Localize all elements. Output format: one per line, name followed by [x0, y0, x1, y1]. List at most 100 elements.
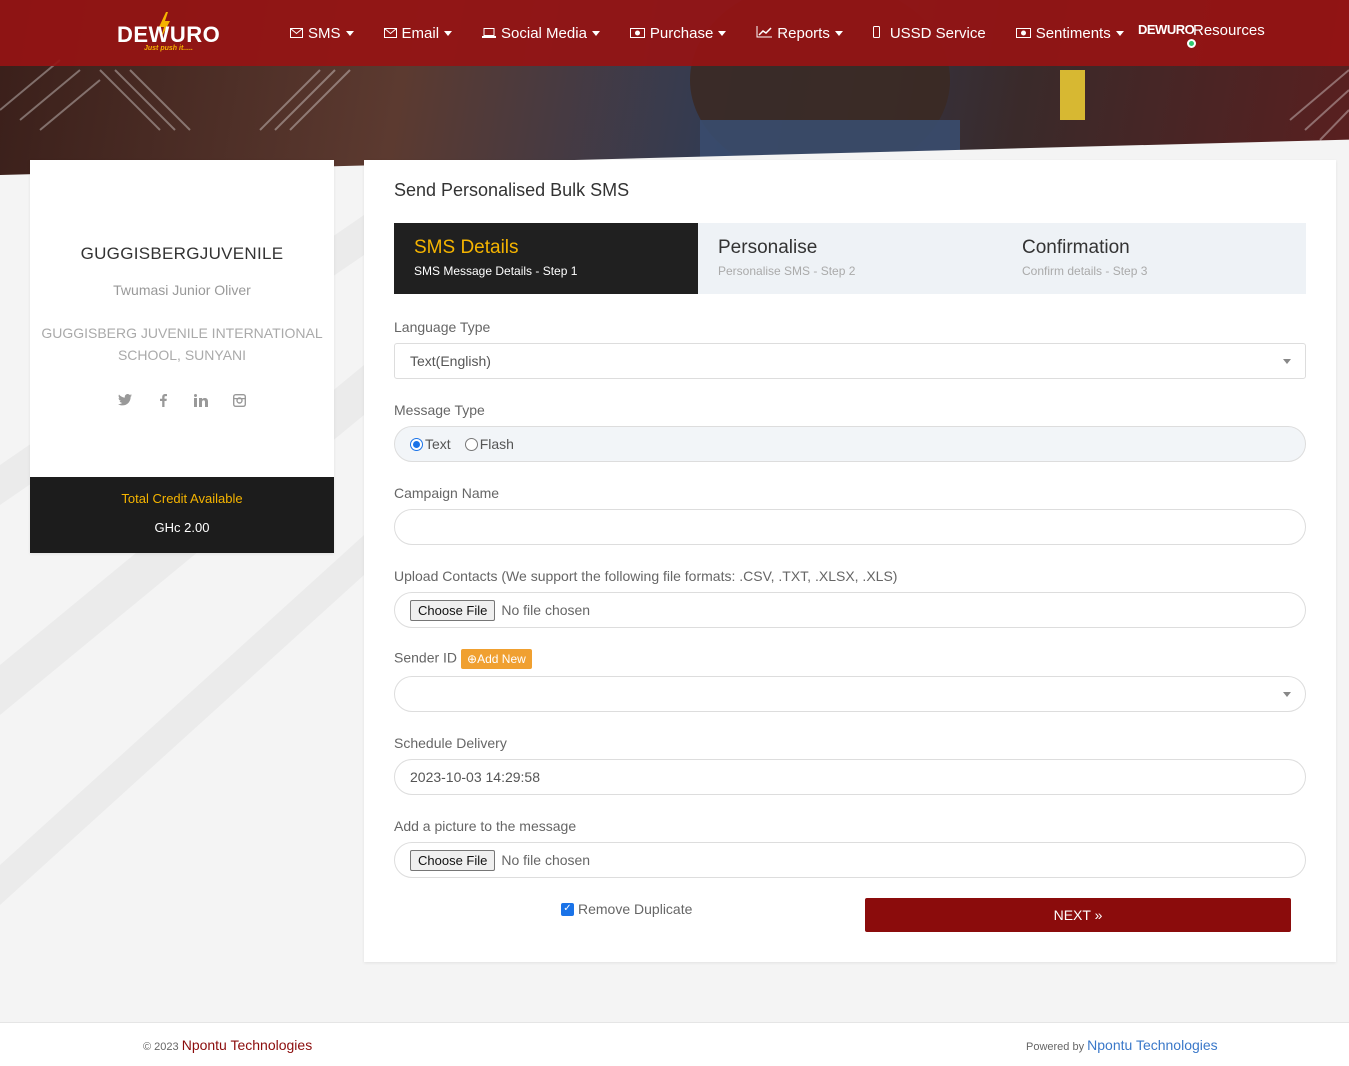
plus-circle-icon: ⊕ — [467, 652, 478, 666]
sender-id-label-text: Sender ID — [394, 649, 458, 666]
social-links — [30, 392, 334, 408]
add-new-label: Add New — [477, 652, 526, 666]
credit-label: Total Credit Available — [121, 491, 243, 506]
choose-file-button[interactable]: Choose File — [410, 599, 496, 621]
envelope-icon — [383, 26, 397, 41]
remove-duplicate-row[interactable]: ✓ Remove Duplicate — [561, 901, 692, 917]
footer-copyright: © 2023 Npontu Technologies — [143, 1037, 312, 1053]
caret-down-icon — [1283, 692, 1291, 697]
nav-reports[interactable]: Reports — [756, 0, 843, 66]
nav-email-label: Email — [401, 24, 440, 42]
main-nav: SMS Email Social Media Purchase Reports … — [290, 0, 1154, 66]
resources-logo[interactable]: DEWURO — [1138, 12, 1198, 48]
step-confirmation[interactable]: Confirmation Confirm details - Step 3 — [1002, 223, 1306, 294]
add-new-sender-button[interactable]: ⊕Add New — [461, 649, 532, 669]
nav-social-media[interactable]: Social Media — [482, 0, 600, 66]
money-icon — [629, 26, 645, 41]
step-subtitle: SMS Message Details - Step 1 — [414, 264, 578, 278]
line-chart-icon — [756, 25, 773, 41]
company-link[interactable]: Npontu Technologies — [182, 1037, 313, 1053]
nav-purchase-label: Purchase — [649, 24, 714, 42]
money-icon — [1015, 26, 1031, 41]
caret-down-icon — [718, 30, 727, 36]
page-title: Send Personalised Bulk SMS — [394, 180, 630, 200]
twitter-icon[interactable] — [117, 392, 133, 408]
nav-ussd-service-label: USSD Service — [889, 24, 986, 42]
powered-by-text: Powered by — [1026, 1041, 1085, 1053]
nav-resources[interactable]: Resources — [1193, 22, 1265, 39]
add-picture-label: Add a picture to the message — [394, 818, 577, 834]
online-status-dot — [1187, 39, 1196, 48]
copyright-text: © 2023 — [143, 1041, 179, 1053]
mobile-icon — [872, 25, 880, 41]
send-sms-panel: Send Personalised Bulk SMS SMS Details S… — [364, 160, 1336, 962]
schedule-delivery-label: Schedule Delivery — [394, 735, 507, 751]
nav-sms[interactable]: SMS — [290, 0, 354, 66]
choose-file-button[interactable]: Choose File — [410, 849, 496, 871]
message-type-label: Message Type — [394, 402, 485, 418]
schedule-delivery-input[interactable]: 2023-10-03 14:29:58 — [394, 759, 1306, 795]
laptop-icon — [482, 26, 497, 41]
radio-button — [410, 437, 423, 451]
add-picture-input[interactable]: Choose File No file chosen — [394, 842, 1306, 878]
nav-sms-label: SMS — [308, 24, 341, 42]
radio-button — [464, 437, 478, 451]
profile-username: GUGGISBERGJUVENILE — [80, 244, 284, 263]
linkedin-icon[interactable] — [193, 392, 209, 408]
caret-down-icon — [834, 30, 843, 36]
wizard-steps: SMS Details SMS Message Details - Step 1… — [394, 223, 1306, 294]
step-personalise[interactable]: Personalise Personalise SMS - Step 2 — [698, 223, 1002, 294]
nav-sentiments[interactable]: Sentiments — [1015, 0, 1124, 66]
upload-contacts-input[interactable]: Choose File No file chosen — [394, 592, 1306, 628]
profile-card: GUGGISBERGJUVENILE Twumasi Junior Oliver… — [30, 160, 334, 553]
step-subtitle: Personalise SMS - Step 2 — [718, 264, 856, 278]
nav-social-media-label: Social Media — [501, 24, 587, 42]
no-file-text: No file chosen — [501, 852, 591, 868]
language-type-value: Text(English) — [410, 353, 491, 369]
footer-powered-by: Powered by Npontu Technologies — [1026, 1037, 1218, 1053]
step-sms-details[interactable]: SMS Details SMS Message Details - Step 1 — [394, 223, 698, 294]
brand-logo[interactable]: DEWURO Just push it..... — [117, 12, 232, 54]
checkbox-checked-icon[interactable]: ✓ — [561, 902, 574, 916]
brand-tagline: Just push it..... — [144, 45, 194, 52]
radio-text[interactable]: Text — [410, 436, 451, 452]
caret-down-icon — [345, 30, 354, 36]
step-title: Confirmation — [1022, 237, 1130, 258]
sender-id-select[interactable] — [394, 676, 1306, 712]
step-title: Personalise — [718, 237, 818, 258]
message-type-group: Text Flash — [394, 426, 1306, 462]
nav-ussd-service[interactable]: USSD Service — [872, 0, 986, 66]
language-type-select[interactable]: Text(English) — [394, 343, 1306, 379]
profile-fullname: Twumasi Junior Oliver — [113, 282, 251, 298]
step-subtitle: Confirm details - Step 3 — [1022, 264, 1148, 278]
radio-flash-label: Flash — [479, 436, 514, 452]
nav-sentiments-label: Sentiments — [1035, 24, 1111, 42]
nav-reports-label: Reports — [777, 24, 830, 42]
remove-duplicate-label: Remove Duplicate — [578, 901, 693, 917]
upload-contacts-label: Upload Contacts (We support the followin… — [394, 568, 898, 584]
profile-school: GUGGISBERG JUVENILE INTERNATIONAL SCHOOL… — [41, 325, 323, 363]
top-navbar: DEWURO Just push it..... SMS Email Socia… — [0, 0, 1349, 66]
no-file-text: No file chosen — [501, 602, 591, 618]
nav-purchase[interactable]: Purchase — [629, 0, 727, 66]
powered-company-link[interactable]: Npontu Technologies — [1087, 1037, 1218, 1053]
language-type-label: Language Type — [394, 319, 491, 335]
sender-id-label: Sender ID ⊕Add New — [394, 649, 532, 669]
footer: © 2023 Npontu Technologies Powered by Np… — [0, 1022, 1349, 1066]
credit-value: GHc 2.00 — [154, 520, 210, 535]
resources-logo-text: DEWURO — [1138, 22, 1195, 37]
credit-box: Total Credit Available GHc 2.00 — [30, 477, 334, 553]
nav-email[interactable]: Email — [383, 0, 453, 66]
schedule-delivery-value: 2023-10-03 14:29:58 — [410, 769, 540, 785]
caret-down-icon — [1115, 30, 1124, 36]
radio-text-label: Text — [425, 436, 451, 452]
instagram-icon[interactable] — [231, 392, 247, 408]
campaign-name-input[interactable] — [394, 509, 1306, 545]
caret-down-icon — [591, 30, 600, 36]
step-title: SMS Details — [414, 237, 519, 258]
caret-down-icon — [444, 30, 453, 36]
facebook-icon[interactable] — [155, 392, 171, 408]
next-button[interactable]: NEXT » — [865, 898, 1291, 932]
caret-down-icon — [1283, 359, 1291, 364]
radio-flash[interactable]: Flash — [464, 436, 514, 452]
